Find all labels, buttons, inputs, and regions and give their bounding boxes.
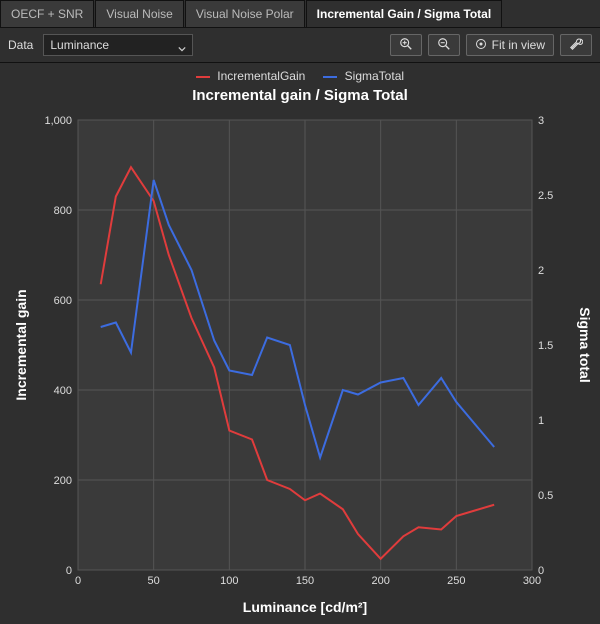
settings-button[interactable] bbox=[560, 34, 592, 56]
legend-swatch-1 bbox=[196, 76, 210, 78]
tab-incremental-gain[interactable]: Incremental Gain / Sigma Total bbox=[306, 0, 503, 27]
toolbar: Data Luminance Fit in view bbox=[0, 28, 600, 63]
svg-text:800: 800 bbox=[54, 205, 72, 217]
fit-in-view-button[interactable]: Fit in view bbox=[466, 34, 554, 56]
fit-in-view-label: Fit in view bbox=[492, 38, 545, 52]
legend-item-incremental-gain: IncrementalGain bbox=[196, 69, 305, 83]
zoom-in-icon bbox=[399, 37, 413, 54]
data-select-value: Luminance bbox=[50, 38, 109, 52]
svg-text:1,000: 1,000 bbox=[44, 115, 72, 127]
zoom-out-icon bbox=[437, 37, 451, 54]
chart: 05010015020025030002004006008001,00000.5… bbox=[8, 110, 592, 624]
svg-text:150: 150 bbox=[296, 575, 314, 587]
svg-text:250: 250 bbox=[447, 575, 465, 587]
svg-text:100: 100 bbox=[220, 575, 238, 587]
svg-text:3: 3 bbox=[538, 115, 544, 127]
legend-item-sigma-total: SigmaTotal bbox=[323, 69, 404, 83]
tab-oecf-snr[interactable]: OECF + SNR bbox=[0, 0, 94, 27]
fit-icon bbox=[475, 38, 487, 53]
svg-text:600: 600 bbox=[54, 295, 72, 307]
svg-text:400: 400 bbox=[54, 385, 72, 397]
chart-legend: IncrementalGain SigmaTotal bbox=[0, 63, 600, 85]
svg-text:0: 0 bbox=[538, 565, 544, 577]
svg-text:50: 50 bbox=[148, 575, 160, 587]
legend-label-2: SigmaTotal bbox=[345, 69, 404, 83]
chart-title: Incremental gain / Sigma Total bbox=[0, 87, 600, 104]
svg-text:2: 2 bbox=[538, 265, 544, 277]
tab-visual-noise-polar[interactable]: Visual Noise Polar bbox=[185, 0, 305, 27]
svg-text:2.5: 2.5 bbox=[538, 190, 553, 202]
zoom-in-button[interactable] bbox=[390, 34, 422, 56]
svg-text:0: 0 bbox=[66, 565, 72, 577]
svg-text:1.5: 1.5 bbox=[538, 340, 553, 352]
chevron-down-icon bbox=[178, 42, 186, 56]
chart-svg: 05010015020025030002004006008001,00000.5… bbox=[8, 110, 592, 620]
wrench-icon bbox=[569, 37, 583, 54]
legend-swatch-2 bbox=[323, 76, 337, 78]
svg-text:Luminance [cd/m²]: Luminance [cd/m²] bbox=[243, 599, 367, 615]
svg-text:0.5: 0.5 bbox=[538, 490, 553, 502]
svg-text:Incremental gain: Incremental gain bbox=[13, 289, 29, 400]
tab-visual-noise[interactable]: Visual Noise bbox=[95, 0, 183, 27]
svg-text:0: 0 bbox=[75, 575, 81, 587]
svg-text:1: 1 bbox=[538, 415, 544, 427]
data-select[interactable]: Luminance bbox=[43, 34, 193, 56]
svg-text:200: 200 bbox=[371, 575, 389, 587]
data-label: Data bbox=[8, 38, 33, 52]
legend-label-1: IncrementalGain bbox=[217, 69, 305, 83]
svg-text:Sigma total: Sigma total bbox=[577, 307, 592, 382]
tab-bar: OECF + SNR Visual Noise Visual Noise Pol… bbox=[0, 0, 600, 28]
zoom-out-button[interactable] bbox=[428, 34, 460, 56]
svg-text:200: 200 bbox=[54, 475, 72, 487]
